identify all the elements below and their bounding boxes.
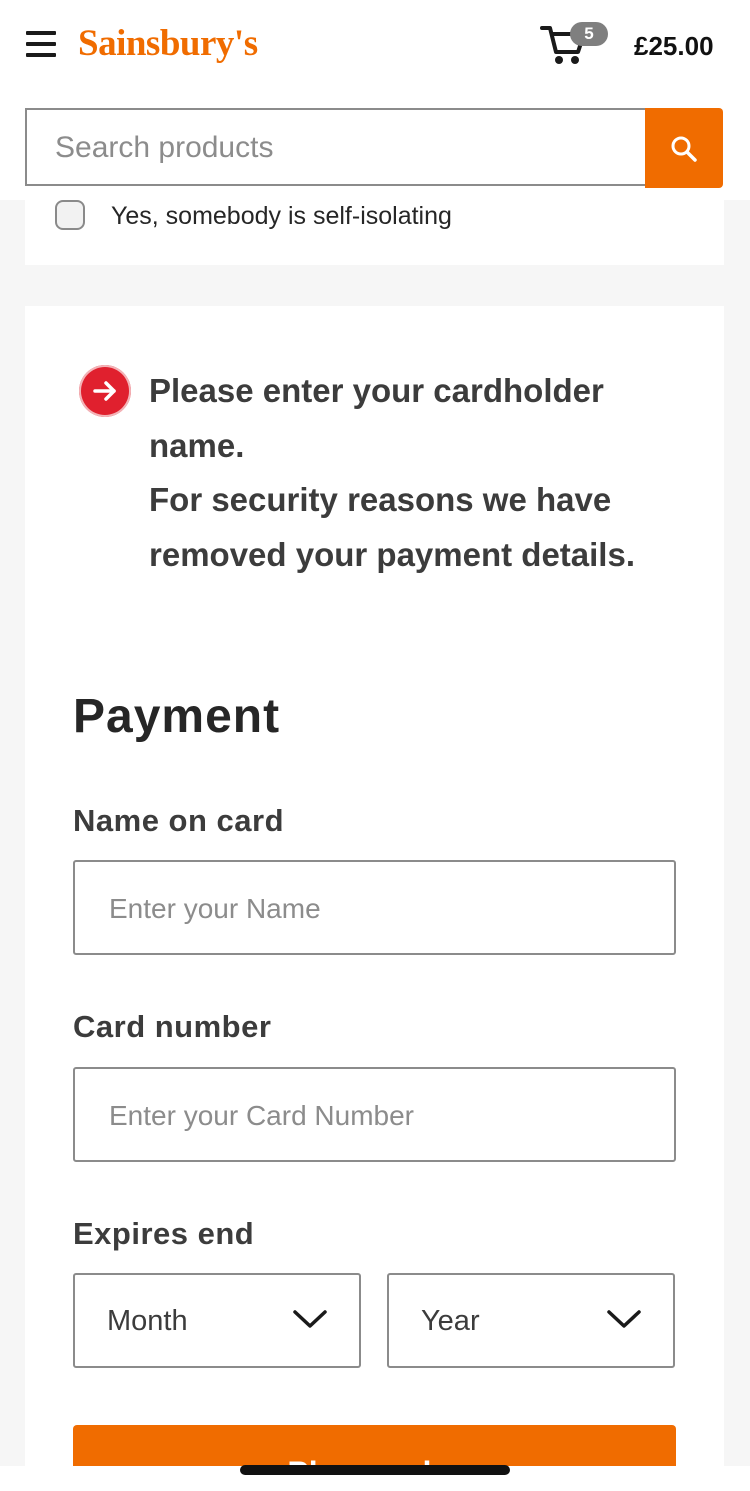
search-icon: [671, 136, 697, 162]
expiry-year-value: Year: [421, 1305, 480, 1337]
self-isolating-label: Yes, somebody is self-isolating: [111, 202, 452, 230]
name-on-card-input[interactable]: [107, 862, 651, 955]
search-button[interactable]: [645, 108, 723, 188]
isolation-card: Yes, somebody is self-isolating: [25, 200, 724, 265]
expiry-year-select[interactable]: Year: [387, 1273, 675, 1368]
card-number-input[interactable]: [107, 1069, 651, 1162]
cart-button[interactable]: 5: [540, 22, 610, 70]
expires-end-label: Expires end: [73, 1216, 255, 1251]
arrow-right-alert-icon: [79, 365, 131, 417]
search-field[interactable]: [25, 108, 645, 186]
error-message: Please enter your cardholder name. For s…: [149, 364, 689, 582]
expiry-month-value: Month: [107, 1305, 188, 1337]
menu-bar: [26, 31, 56, 35]
chevron-down-icon: [293, 1310, 327, 1328]
app-header: Sainsbury's 5 £25.00: [0, 0, 750, 200]
payment-title: Payment: [73, 690, 281, 743]
menu-bar: [26, 42, 56, 46]
payment-card: Please enter your cardholder name. For s…: [25, 306, 724, 1485]
name-on-card-field[interactable]: [73, 860, 676, 955]
error-message-line: For security reasons we have removed you…: [149, 481, 635, 573]
self-isolating-checkbox[interactable]: [55, 200, 85, 230]
cart-total[interactable]: £25.00: [634, 31, 714, 62]
brand-logo[interactable]: Sainsbury's: [78, 22, 258, 65]
home-indicator[interactable]: [240, 1465, 510, 1475]
chevron-down-icon: [607, 1310, 641, 1328]
name-on-card-label: Name on card: [73, 803, 285, 838]
hamburger-menu-icon[interactable]: [26, 31, 56, 57]
card-number-label: Card number: [73, 1009, 272, 1044]
expiry-month-select[interactable]: Month: [73, 1273, 361, 1368]
error-message-line: Please enter your cardholder name.: [149, 372, 604, 464]
cart-count-badge: 5: [570, 22, 608, 46]
card-number-field[interactable]: [73, 1067, 676, 1162]
search-input[interactable]: [53, 110, 637, 186]
menu-bar: [26, 53, 56, 57]
